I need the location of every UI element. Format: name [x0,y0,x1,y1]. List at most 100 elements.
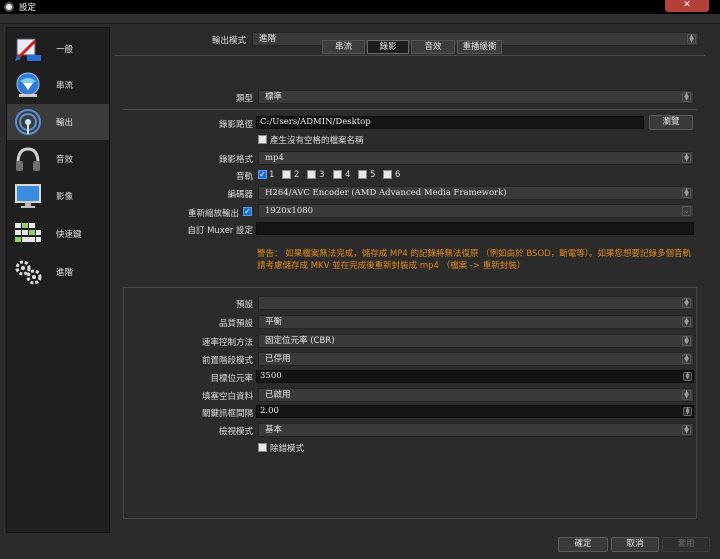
target-bitrate-input[interactable]: 3500 ▲ ▼ [256,370,694,383]
top-strip [0,14,720,24]
video-monitor-icon [15,184,41,208]
filler-data-value: 已啟用 [265,390,291,400]
browse-button[interactable]: 瀏覽 [649,115,693,130]
sidebar-item-label: 音效 [56,155,74,165]
updown-arrow-icon: ▲ ▼ [682,390,691,400]
apply-button[interactable]: 套用 [662,537,710,552]
tab-recording[interactable]: 錄影 [367,40,409,54]
chevron-down-icon: ⌄ [682,206,691,216]
recording-format-select[interactable]: mp4 ▲ ▼ [258,151,694,165]
type-select[interactable]: 標準 ▲ ▼ [258,90,694,104]
updown-arrow-icon: ▲ ▼ [682,298,691,308]
no-space-filename-checkbox[interactable] [258,135,267,144]
keyframe-interval-label: 關鍵訊框間隔 [201,409,253,419]
sidebar-item-label: 進階 [56,268,74,278]
custom-muxer-label: 自訂 Muxer 設定 [187,226,253,236]
pre-pass-select[interactable]: 已停用 ▲ ▼ [258,352,694,366]
audio-track-5-checkbox[interactable] [358,170,367,179]
output-antenna-icon [15,109,41,135]
updown-arrow-icon: ▲ ▼ [682,153,691,163]
sidebar-item-hotkeys[interactable]: 快速鍵 [7,216,109,252]
divider [123,109,697,110]
stream-globe-icon [16,72,40,97]
sidebar-item-label: 一般 [56,45,74,55]
custom-muxer-input[interactable] [256,222,694,235]
rescale-resolution-select[interactable]: 1920x1080 ⌄ [258,204,694,218]
filler-data-label: 填塞空白資料 [201,392,253,402]
audio-headphones-icon [16,147,40,171]
recording-format-label: 錄影格式 [218,155,253,165]
tab-stream[interactable]: 串流 [322,40,365,54]
sidebar-item-output[interactable]: 輸出 [7,104,109,140]
view-mode-label: 檢視模式 [218,427,253,437]
type-label: 類型 [235,94,253,104]
target-bitrate-label: 目標位元率 [210,374,253,384]
pre-pass-label: 前置階段模式 [201,356,253,366]
rate-control-value: 固定位元率 (CBR) [265,336,335,346]
encoder-select[interactable]: H264/AVC Encoder (AMD Advanced Media Fra… [258,186,694,200]
keyframe-interval-value: 2.00 [260,406,279,416]
sidebar-item-audio[interactable]: 音效 [7,141,109,177]
updown-arrow-icon: ▲ ▼ [682,317,691,327]
audio-track-1-checkbox[interactable]: ✓ [258,170,267,179]
updown-arrow-icon: ▲ ▼ [682,336,691,346]
audio-track-4-label: 4 [345,170,351,180]
view-mode-select[interactable]: 基本 ▲ ▼ [258,423,694,437]
rescale-resolution-value: 1920x1080 [265,206,314,216]
sidebar-item-video[interactable]: 影像 [7,178,109,214]
rate-control-label: 速率控制方法 [201,338,253,348]
title-bar: 設定 ✕ [0,0,720,14]
tab-audio[interactable]: 音效 [411,40,455,54]
spinner-arrows-icon[interactable]: ▲ ▼ [683,407,692,416]
spinner-arrows-icon[interactable]: ▲ ▼ [683,372,692,381]
debug-mode-label: 除錯模式 [270,444,305,454]
window-title: 設定 [19,3,37,13]
sidebar-item-stream[interactable]: 串流 [7,67,109,103]
keyframe-interval-input[interactable]: 2.00 ▲ ▼ [256,405,694,418]
audio-track-2-label: 2 [294,170,300,180]
mp4-warning-text: 警告： 如果檔案無法完成，儲存成 MP4 的記錄將無法復原 （例如由於 BSOD… [257,249,691,271]
target-bitrate-value: 3500 [260,371,282,381]
view-mode-value: 基本 [265,425,283,435]
quality-preset-label: 品質預設 [218,319,253,329]
audio-track-4-checkbox[interactable] [333,170,342,179]
audio-track-2-checkbox[interactable] [282,170,291,179]
audio-track-6-label: 6 [395,170,401,180]
audio-track-5-label: 5 [370,170,376,180]
recording-path-input[interactable]: C:/Users/ADMIN/Desktop [256,116,644,129]
type-value: 標準 [265,92,283,102]
divider [115,55,705,56]
preset-label: 預設 [235,300,253,310]
recording-path-label: 錄影路徑 [218,120,253,130]
quality-preset-select[interactable]: 平衡 ▲ ▼ [258,315,694,329]
close-button[interactable]: ✕ [665,0,709,12]
tab-replay-buffer[interactable]: 重播緩衝 [457,40,502,54]
sidebar-item-advanced[interactable]: 進階 [7,254,109,290]
updown-arrow-icon: ▲ ▼ [682,188,691,198]
updown-arrow-icon: ▲ ▼ [682,92,691,102]
sidebar-item-label: 快速鍵 [56,230,82,240]
debug-mode-checkbox[interactable] [258,443,267,452]
audio-track-1-label: 1 [269,170,275,180]
cancel-button[interactable]: 取消 [611,537,659,552]
pre-pass-value: 已停用 [265,354,291,364]
preset-select[interactable]: ▲ ▼ [258,296,694,310]
audio-track-6-checkbox[interactable] [383,170,392,179]
filler-data-select[interactable]: 已啟用 ▲ ▼ [258,388,694,402]
updown-arrow-icon: ▲ ▼ [687,34,696,44]
output-mode-label: 輸出模式 [211,36,246,46]
rate-control-select[interactable]: 固定位元率 (CBR) ▲ ▼ [258,334,694,348]
sidebar-item-label: 輸出 [56,118,74,128]
rescale-output-checkbox[interactable]: ✓ [243,207,252,216]
encoder-value: H264/AVC Encoder (AMD Advanced Media Fra… [265,188,507,198]
no-space-filename-label: 產生沒有空格的檔案名稱 [270,136,364,146]
settings-sidebar: 一般 串流 輸出 音效 影像 快速鍵 進階 [6,27,110,533]
sidebar-item-label: 影像 [56,192,74,202]
advanced-gears-icon [15,260,42,285]
audio-track-3-checkbox[interactable] [307,170,316,179]
audio-track-label: 音軌 [235,172,253,182]
ok-button[interactable]: 確定 [558,537,608,552]
updown-arrow-icon: ▲ ▼ [682,425,691,435]
sidebar-item-general[interactable]: 一般 [7,31,109,67]
sidebar-item-label: 串流 [56,81,74,91]
